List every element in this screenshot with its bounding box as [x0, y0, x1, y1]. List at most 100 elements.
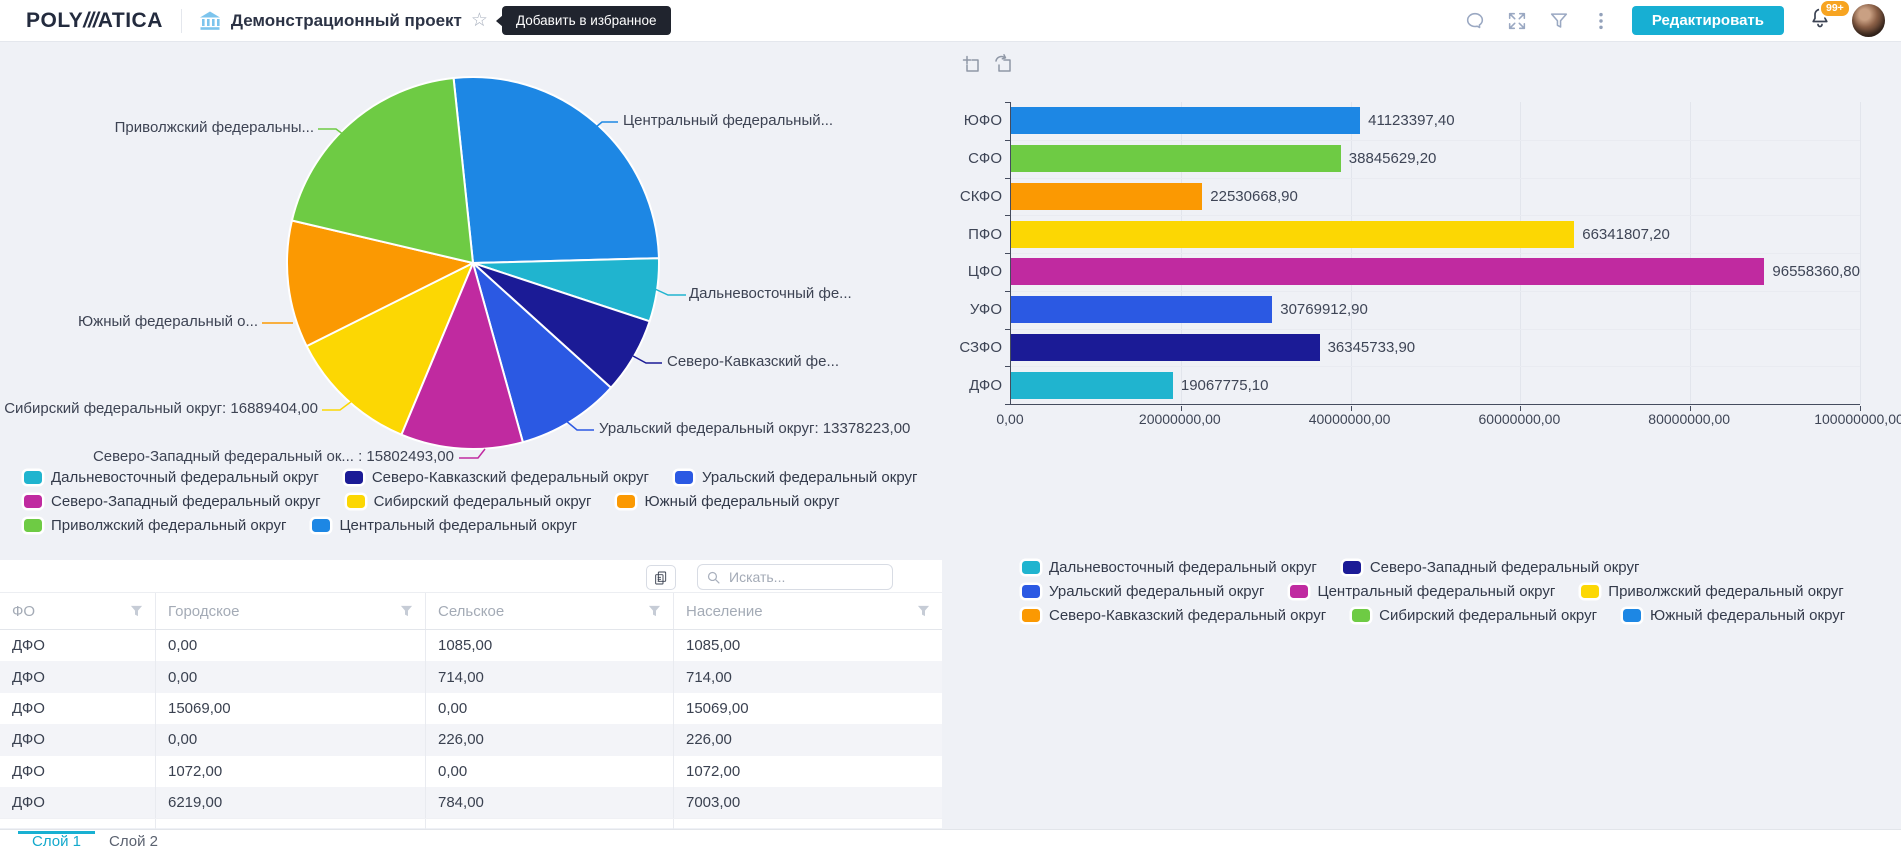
table-cell: 15069,00	[674, 693, 942, 724]
table-cell: ДФО	[0, 630, 156, 661]
bar[interactable]	[1011, 296, 1272, 323]
table-row[interactable]: ДФО6219,00784,007003,00	[0, 787, 942, 818]
table-cell: ДФО	[0, 756, 156, 787]
user-avatar[interactable]	[1852, 4, 1885, 37]
column-header[interactable]: Сельское	[426, 593, 674, 629]
table-cell: 1085,00	[426, 630, 674, 661]
bar-axis-tick	[1005, 215, 1010, 216]
bar-chart-toolbar	[960, 53, 1016, 77]
column-header[interactable]: Население	[674, 593, 942, 629]
legend-item[interactable]: Дальневосточный федеральный округ	[24, 469, 319, 486]
notifications-bell[interactable]: 99+	[1808, 6, 1832, 35]
edit-button[interactable]: Редактировать	[1632, 6, 1784, 35]
table-row[interactable]: ДФО15069,000,0015069,00	[0, 693, 942, 724]
search-icon	[706, 570, 721, 585]
bar[interactable]	[1011, 372, 1173, 399]
column-filter-icon[interactable]	[400, 605, 413, 618]
bar-row: 38845629,20	[1011, 140, 1860, 178]
reset-zoom-icon[interactable]	[992, 53, 1016, 77]
pie-legend: Дальневосточный федеральный округ Северо-…	[24, 469, 917, 534]
legend-item[interactable]: Северо-Кавказский федеральный округ	[1022, 607, 1326, 624]
table-cell: 226,00	[674, 724, 942, 755]
layer-tab[interactable]: Слой 1	[18, 832, 95, 852]
pie-leader-line	[322, 401, 352, 410]
legend-item[interactable]: Центральный федеральный округ	[1290, 583, 1555, 600]
filter-icon[interactable]	[1548, 10, 1570, 32]
zoom-selection-icon[interactable]	[960, 53, 984, 77]
bar[interactable]	[1011, 145, 1341, 172]
column-header-label: Городское	[168, 603, 239, 620]
legend-label: Южный федеральный округ	[644, 493, 839, 510]
bar-row: 66341807,20	[1011, 215, 1860, 253]
legend-item[interactable]: Уральский федеральный округ	[675, 469, 917, 486]
legend-label: Уральский федеральный округ	[1049, 583, 1264, 600]
bar-row: 19067775,10	[1011, 366, 1860, 404]
bar-x-tick-label: 60000000,00	[1479, 411, 1561, 427]
legend-item[interactable]: Приволжский федеральный округ	[24, 517, 286, 534]
comments-icon[interactable]	[1464, 10, 1486, 32]
page-title: Демонстрационный проект	[231, 11, 462, 31]
search-input[interactable]	[727, 568, 884, 586]
column-header[interactable]: ФО	[0, 593, 156, 629]
legend-item[interactable]: Приволжский федеральный округ	[1581, 583, 1843, 600]
header-divider	[181, 9, 182, 33]
notification-badge: 99+	[1819, 0, 1851, 18]
bar-category-label: СФО	[958, 140, 1002, 178]
app-header: POLY///ATICA Демонстрационный проект ☆ Д…	[0, 0, 1901, 42]
table-cell: 7003,00	[674, 787, 942, 818]
legend-item[interactable]: Центральный федеральный округ	[312, 517, 577, 534]
layer-tab[interactable]: Слой 2	[95, 832, 172, 852]
bar-x-tick-label: 80000000,00	[1648, 411, 1730, 427]
bar-axis-tick	[1005, 140, 1010, 141]
legend-item[interactable]: Южный федеральный округ	[617, 493, 839, 510]
table-toolbar	[0, 560, 942, 592]
bar-value-label: 22530668,90	[1210, 188, 1298, 205]
bar-axis-tick	[1005, 404, 1010, 405]
legend-item[interactable]: Северо-Западный федеральный округ	[24, 493, 321, 510]
bar-row: 36345733,90	[1011, 329, 1860, 367]
table-cell: 0,00	[426, 756, 674, 787]
table-cell: ДФО	[0, 787, 156, 818]
table-row[interactable]: ДФО1072,000,001072,00	[0, 756, 942, 787]
bar[interactable]	[1011, 183, 1202, 210]
legend-item[interactable]: Уральский федеральный округ	[1022, 583, 1264, 600]
favorite-star-icon[interactable]: ☆	[471, 9, 488, 32]
legend-item[interactable]: Дальневосточный федеральный округ	[1022, 559, 1317, 576]
header-actions: Редактировать 99+	[1464, 4, 1901, 37]
copy-table-button[interactable]	[646, 565, 676, 590]
pie-callout-label: Уральский федеральный округ: 13378223,00	[599, 420, 910, 437]
pie-chart-panel: Приволжский федеральны...Центральный фед…	[0, 45, 958, 560]
legend-item[interactable]: Южный федеральный округ	[1623, 607, 1845, 624]
bar-legend: Дальневосточный федеральный округ Северо-…	[1022, 559, 1845, 624]
column-filter-icon[interactable]	[648, 605, 661, 618]
fullscreen-icon[interactable]	[1506, 10, 1528, 32]
legend-label: Сибирский федеральный округ	[1379, 607, 1597, 624]
legend-item[interactable]: Сибирский федеральный округ	[347, 493, 592, 510]
bar-x-tick-label: 40000000,00	[1309, 411, 1391, 427]
legend-item[interactable]: Северо-Кавказский федеральный округ	[345, 469, 649, 486]
pie-callout-label: Северо-Кавказский фе...	[667, 353, 839, 370]
bar[interactable]	[1011, 334, 1320, 361]
bar-category-label: УФО	[958, 291, 1002, 329]
legend-label: Уральский федеральный округ	[702, 469, 917, 486]
bar-value-label: 41123397,40	[1368, 112, 1454, 129]
table-row[interactable]: ДФО0,001085,001085,00	[0, 630, 942, 661]
column-header[interactable]: Городское	[156, 593, 426, 629]
table-cell: 0,00	[426, 693, 674, 724]
column-filter-icon[interactable]	[130, 605, 143, 618]
bar-axis-tick	[1005, 329, 1010, 330]
column-filter-icon[interactable]	[917, 605, 930, 618]
pie-slice[interactable]	[454, 77, 659, 263]
bar-plot-area: 41123397,40 38845629,20 22530668,90 6634180…	[1010, 102, 1860, 405]
legend-item[interactable]: Северо-Западный федеральный округ	[1343, 559, 1640, 576]
table-row[interactable]: ДФО0,00714,00714,00	[0, 661, 942, 692]
legend-label: Дальневосточный федеральный округ	[51, 469, 319, 486]
table-row[interactable]: ДФО0,00226,00226,00	[0, 724, 942, 755]
bar[interactable]	[1011, 221, 1574, 248]
bar[interactable]	[1011, 107, 1360, 134]
bar[interactable]	[1011, 258, 1764, 285]
table-grid: ФОГородскоеСельскоеНаселениеДФО0,001085,…	[0, 592, 942, 830]
legend-item[interactable]: Сибирский федеральный округ	[1352, 607, 1597, 624]
legend-swatch	[1022, 585, 1040, 598]
more-options-icon[interactable]	[1590, 10, 1612, 32]
